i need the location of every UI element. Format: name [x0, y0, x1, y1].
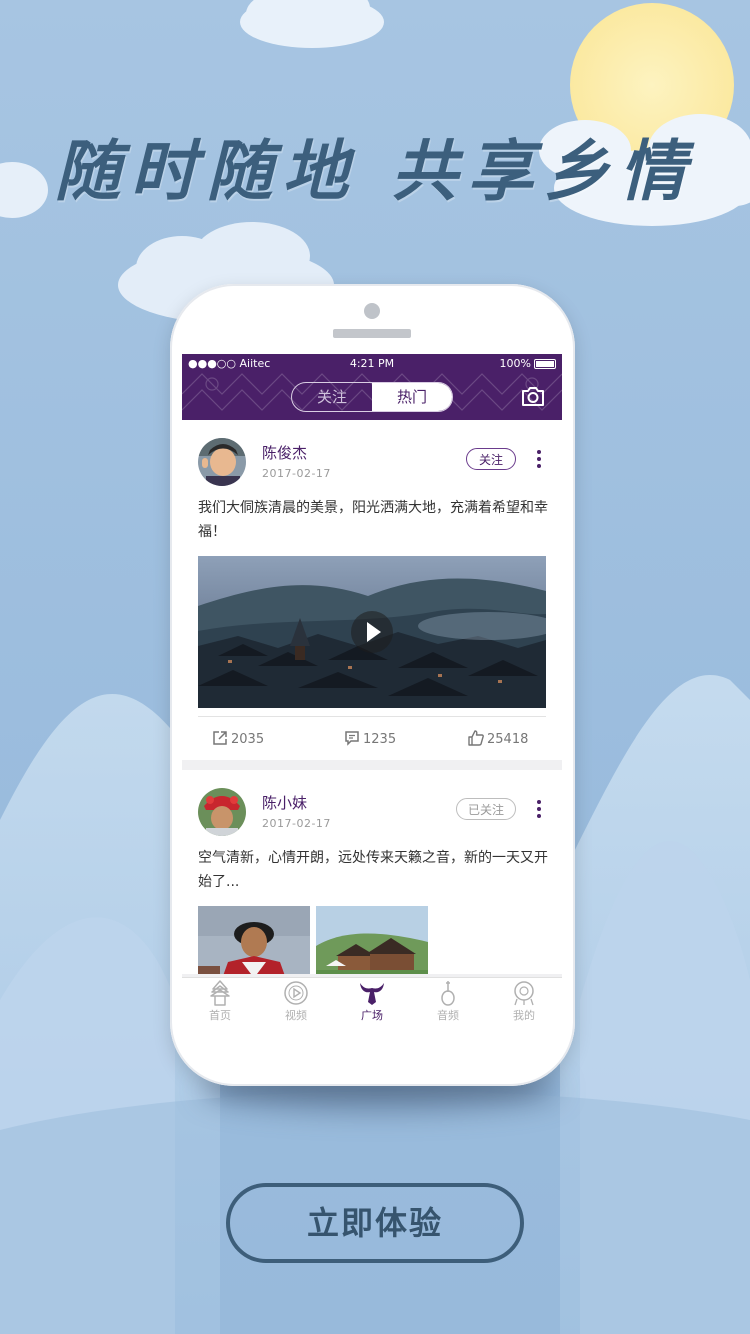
post-text: 我们大侗族清晨的美景，阳光洒满大地，充满着希望和幸福！ — [198, 500, 548, 540]
tab-audio-label: 音频 — [437, 1009, 459, 1022]
tab-home-label: 首页 — [209, 1009, 231, 1022]
tab-home[interactable]: 首页 — [190, 980, 250, 1023]
play-icon[interactable] — [351, 611, 393, 653]
tab-following[interactable]: 关注 — [292, 383, 372, 411]
comment-count[interactable]: 1235 — [344, 730, 396, 747]
status-bar: ●●●○○ Aiitec 4:21 PM 100% — [188, 357, 556, 373]
post-image-1[interactable] — [198, 906, 310, 974]
post-date: 2017-02-17 — [262, 817, 331, 830]
silver-ornament-icon — [514, 981, 534, 1006]
share-count[interactable]: 2035 — [212, 730, 264, 747]
tab-square[interactable]: 广场 — [342, 980, 402, 1023]
buffalo-horn-icon — [360, 983, 384, 1005]
post-date: 2017-02-17 — [262, 467, 331, 480]
battery-icon — [534, 359, 556, 369]
camera-icon[interactable] — [520, 384, 546, 408]
share-count-value: 2035 — [231, 732, 265, 747]
battery-percent: 100% — [499, 357, 531, 370]
avatar[interactable] — [198, 788, 246, 836]
thumbs-up-icon — [468, 730, 484, 746]
tab-video-label: 视频 — [285, 1009, 307, 1022]
post-username[interactable]: 陈小妹 — [262, 792, 307, 813]
post-card: 陈小妹 2017-02-17 已关注 空气清新，心情开朗，远处传来天籁之音，新的… — [182, 770, 562, 974]
battery-status: 100% — [500, 357, 556, 370]
tab-mine[interactable]: 我的 — [494, 980, 554, 1023]
tab-audio[interactable]: 音频 — [418, 980, 478, 1023]
post-feed[interactable]: 陈俊杰 2017-02-17 关注 我们大侗族清晨的美景，阳光洒满大地，充满着希… — [182, 420, 562, 974]
post-video[interactable] — [198, 556, 546, 708]
tab-hot[interactable]: 热门 — [372, 383, 452, 411]
post-username[interactable]: 陈俊杰 — [262, 442, 307, 463]
front-camera — [364, 303, 380, 319]
play-circle-icon — [284, 981, 308, 1005]
try-now-button[interactable]: 立即体验 — [226, 1183, 524, 1263]
drum-tower-icon — [210, 980, 230, 1006]
promo-slogan: 随时随地 共享乡情 — [54, 132, 696, 210]
like-count[interactable]: 25418 — [468, 730, 528, 747]
post-card: 陈俊杰 2017-02-17 关注 我们大侗族清晨的美景，阳光洒满大地，充满着希… — [182, 420, 562, 760]
earpiece-speaker — [333, 329, 411, 338]
post-image-2[interactable] — [316, 906, 428, 974]
like-count-value: 25418 — [487, 732, 529, 747]
more-options-icon[interactable] — [534, 798, 544, 820]
comment-count-value: 1235 — [363, 732, 397, 747]
phone-mockup: ●●●○○ Aiitec 4:21 PM 100% 关注 热门 陈俊杰 2017… — [170, 284, 575, 1086]
tab-mine-label: 我的 — [513, 1009, 535, 1022]
post-text: 空气清新，心情开朗，远处传来天籁之音，新的一天又开始了... — [198, 850, 548, 890]
avatar[interactable] — [198, 438, 246, 486]
bottom-tab-bar: 首页 视频 广场 音频 我的 — [182, 977, 562, 1026]
tab-square-label: 广场 — [361, 1009, 383, 1022]
feed-tab-switcher: 关注 热门 — [291, 382, 453, 412]
app-header: ●●●○○ Aiitec 4:21 PM 100% 关注 热门 — [182, 354, 562, 420]
app-screen: ●●●○○ Aiitec 4:21 PM 100% 关注 热门 陈俊杰 2017… — [182, 354, 562, 1026]
following-button[interactable]: 已关注 — [456, 798, 516, 820]
follow-button[interactable]: 关注 — [466, 448, 516, 470]
comment-icon — [345, 731, 359, 746]
tab-video[interactable]: 视频 — [266, 980, 326, 1023]
pipa-icon — [441, 981, 455, 1006]
post-divider — [198, 716, 546, 717]
share-icon — [213, 731, 227, 745]
more-options-icon[interactable] — [534, 448, 544, 470]
